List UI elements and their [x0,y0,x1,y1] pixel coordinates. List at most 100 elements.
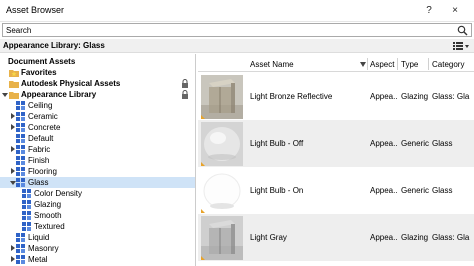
tree-item-label: Document Assets [8,57,76,66]
asset-type: Glazing [401,233,429,242]
asset-aspect: Appea... [370,186,397,195]
expand-arrow-icon[interactable] [11,245,15,251]
tree-item-color-density[interactable]: Color Density [0,188,195,199]
asset-category: Glass: Gla [432,92,470,101]
favorites-folder-icon [9,70,19,77]
material-category-icon [16,123,25,132]
library-header: Appearance Library: Glass [0,39,474,53]
asset-category: Glass [432,186,453,195]
tree-item-label: Smooth [34,211,62,220]
material-category-icon [16,134,25,143]
search-icon[interactable] [457,25,468,36]
search-input[interactable]: Search [2,23,472,37]
asset-type: Glazing [401,92,429,101]
tree-item-smooth[interactable]: Smooth [0,210,195,221]
material-category-icon [22,211,31,220]
asset-row[interactable]: Light Bronze Reflective Appea... Glazing… [198,73,474,120]
asset-aspect: Appea... [370,233,397,242]
tree-item-textured[interactable]: Textured [0,221,195,232]
tree-item-glazing[interactable]: Glazing [0,199,195,210]
expand-arrow-icon[interactable] [11,256,15,262]
tree-item-label: Textured [34,222,65,231]
grid-header: Asset Name Aspect Type Category [198,56,474,72]
view-options-icon[interactable] [452,40,470,52]
tree-item-document-assets[interactable]: Document Assets [0,56,195,67]
tree-item-label: Ceiling [28,101,53,110]
column-divider[interactable] [428,58,429,70]
asset-name: Light Gray [250,233,287,242]
expand-arrow-icon[interactable] [11,146,15,152]
tree-item-default[interactable]: Default [0,133,195,144]
tree-item-metal[interactable]: Metal [0,254,195,265]
tree-item-appearance-library[interactable]: Appearance Library [0,89,195,100]
expand-arrow-icon[interactable] [11,124,15,130]
tree-item-label: Glass [28,178,49,187]
tree-item-masonry[interactable]: Masonry [0,243,195,254]
column-divider[interactable] [367,58,368,70]
lock-icon [182,90,188,99]
material-category-icon [22,222,31,231]
asset-row[interactable] [198,261,474,266]
tree-item-label: Color Density [34,189,83,198]
asset-row[interactable]: Light Gray Appea... Glazing Glass: Gla [198,214,474,261]
asset-aspect: Appea... [370,92,397,101]
lock-icon [182,79,188,88]
window-title: Asset Browser [6,5,65,15]
tree-item-ceiling[interactable]: Ceiling [0,100,195,111]
material-category-icon [16,112,25,121]
tree-item-autodesk-physical-assets[interactable]: Autodesk Physical Assets [0,78,195,89]
asset-grid: Asset Name Aspect Type Category Light Br… [198,54,474,266]
asset-name: Light Bronze Reflective [250,92,333,101]
asset-row[interactable]: Light Bulb - Off Appea... Generic Glass [198,120,474,167]
tree-item-ceramic[interactable]: Ceramic [0,111,195,122]
expand-arrow-icon[interactable] [11,113,15,119]
glazing-panel-thumbnail [201,216,243,260]
asset-name: Light Bulb - On [250,186,304,195]
material-category-icon [16,101,25,110]
asset-type: Generic [401,139,429,148]
column-header-aspect[interactable]: Aspect [370,60,394,69]
tree-item-finish[interactable]: Finish [0,155,195,166]
title-bar: Asset Browser ? × [0,0,474,22]
tree-item-liquid[interactable]: Liquid [0,232,195,243]
asset-name: Light Bulb - Off [250,139,304,148]
tree-item-fabric[interactable]: Fabric [0,144,195,155]
tree-item-label: Appearance Library [21,90,97,99]
tree-item-label: Glazing [34,200,62,209]
asset-category: Glass [432,139,453,148]
tree-item-favorites[interactable]: Favorites [0,67,195,78]
expand-arrow-icon[interactable] [11,168,15,174]
material-category-icon [16,167,25,176]
material-category-icon [16,244,25,253]
asset-type: Generic [401,186,429,195]
column-header-category[interactable]: Category [432,60,464,69]
bulb-sphere-thumbnail [201,169,243,213]
close-button[interactable]: × [447,3,463,19]
material-category-icon [22,189,31,198]
column-divider[interactable] [397,58,398,70]
material-category-icon [16,178,25,187]
tree-item-label: Default [28,134,54,143]
material-category-icon [16,233,25,242]
tree-item-label: Flooring [28,167,57,176]
library-title: Appearance Library: Glass [3,41,105,50]
material-category-icon [16,156,25,165]
asset-category: Glass: Gla [432,233,470,242]
column-header-asset-name[interactable]: Asset Name [250,60,294,69]
material-category-icon [16,145,25,154]
help-button[interactable]: ? [421,3,437,19]
tree-item-flooring[interactable]: Flooring [0,166,195,177]
tree-item-glass[interactable]: Glass [0,177,195,188]
material-category-icon [22,200,31,209]
asset-aspect: Appea... [370,139,397,148]
tree-item-label: Finish [28,156,50,165]
library-tree: Document Assets Favorites Autodesk Physi… [0,54,196,266]
expand-arrow-icon[interactable] [2,93,8,97]
column-header-type[interactable]: Type [401,60,418,69]
asset-row[interactable]: Light Bulb - On Appea... Generic Glass [198,167,474,214]
sort-arrow-icon[interactable] [360,62,366,67]
tree-item-label: Liquid [28,233,50,242]
tree-item-label: Favorites [21,68,57,77]
folder-icon [9,81,19,88]
tree-item-concrete[interactable]: Concrete [0,122,195,133]
